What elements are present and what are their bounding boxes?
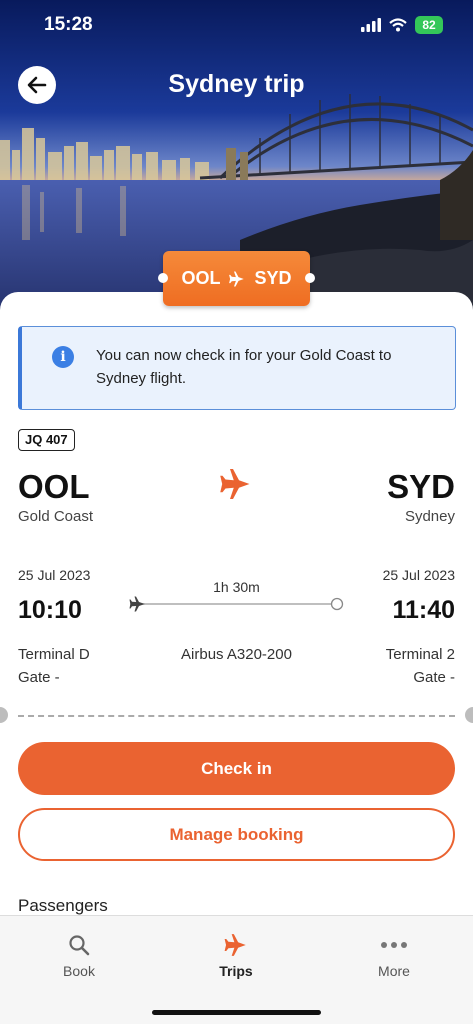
- check-in-info-banner: i You can now check in for your Gold Coa…: [18, 326, 456, 410]
- trip-card: i You can now check in for your Gold Coa…: [0, 292, 473, 932]
- origin-city: Gold Coast: [18, 508, 94, 525]
- destination-gate: Gate -: [413, 669, 455, 686]
- plane-icon: [129, 596, 145, 612]
- plane-icon: [220, 469, 250, 499]
- flight-duration: 1h 30m: [213, 579, 260, 595]
- ticket-divider: [18, 715, 455, 717]
- info-icon: i: [52, 346, 74, 368]
- battery-indicator: 82: [415, 16, 443, 34]
- info-banner-text: You can now check in for your Gold Coast…: [96, 347, 392, 387]
- route-destination: SYD: [254, 268, 292, 288]
- passengers-heading: Passengers: [18, 896, 108, 915]
- search-icon: [69, 935, 90, 956]
- route-origin: OOL: [181, 268, 221, 288]
- ticket-notch-right: [465, 707, 473, 723]
- tab-trips[interactable]: Trips: [186, 932, 286, 979]
- destination-dot: [330, 597, 344, 611]
- page-title: Sydney trip: [168, 70, 305, 98]
- destination-code: SYD: [387, 468, 455, 505]
- check-in-button[interactable]: Check in: [18, 742, 455, 795]
- ticket-notch-left: [0, 707, 8, 723]
- manage-booking-button[interactable]: Manage booking: [18, 808, 455, 861]
- signal-icon: [361, 18, 381, 32]
- status-time: 15:28: [44, 14, 93, 35]
- tab-bar: Book Trips More: [0, 915, 473, 1024]
- plane-icon: [224, 934, 246, 956]
- destination-terminal: Terminal 2: [385, 646, 455, 663]
- tab-more[interactable]: More: [344, 932, 444, 979]
- flight-number-badge: JQ 407: [18, 429, 75, 451]
- departure-time: 10:10: [18, 596, 82, 624]
- status-bar: 15:28 82: [0, 0, 473, 54]
- tab-book-label: Book: [63, 963, 95, 979]
- plane-icon: [229, 271, 245, 286]
- tab-book[interactable]: Book: [29, 932, 129, 979]
- home-indicator: [152, 1010, 321, 1015]
- route-tag: OOL SYD: [158, 251, 315, 306]
- origin-gate: Gate -: [18, 669, 60, 686]
- arrival-time: 11:40: [392, 596, 455, 624]
- tab-trips-label: Trips: [219, 963, 253, 979]
- status-icons: 82: [361, 16, 443, 34]
- tab-more-label: More: [378, 963, 410, 979]
- more-dots-icon: [381, 942, 407, 948]
- route-progress-line: [129, 596, 344, 612]
- destination-city: Sydney: [404, 508, 455, 525]
- wifi-icon: [389, 18, 407, 32]
- origin-code: OOL: [18, 468, 90, 505]
